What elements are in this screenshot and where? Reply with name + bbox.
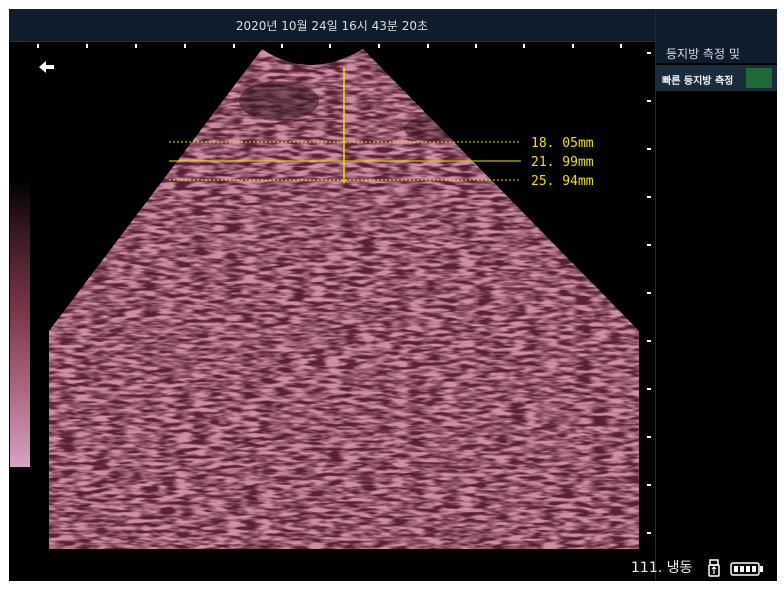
gray-scale-colorbar	[10, 179, 30, 467]
back-arrow-icon[interactable]	[37, 59, 57, 75]
top-scale-ticks	[37, 44, 622, 48]
ultrasound-view: 18. 05mm 21. 99mm 25. 94mm	[37, 44, 651, 549]
ultrasound-screen: 18. 05mm 21. 99mm 25. 94mm 2020년 10월 24일…	[9, 9, 777, 581]
datetime-label: 2020년 10월 24일 16시 43분 20초	[235, 19, 429, 33]
quick-backfat-button[interactable]: 빠른 등지방 측정	[656, 65, 777, 91]
mode-color-indicator	[746, 68, 772, 88]
header-bar: 2020년 10월 24일 16시 43분 20초	[9, 9, 655, 42]
battery-icon	[730, 561, 764, 576]
panel-title: 등지방 측정 및	[666, 47, 740, 61]
right-panel: 등지방 측정 및 빠른 등지방 측정	[655, 9, 777, 581]
usb-icon	[707, 559, 721, 577]
measurement-value-3: 25. 94mm	[531, 174, 594, 189]
ultrasound-image	[49, 49, 639, 549]
panel-header: 등지방 측정 및	[656, 9, 777, 63]
depth-scale-ticks	[647, 52, 651, 534]
measurement-value-1: 18. 05mm	[531, 136, 594, 151]
measurement-value-2: 21. 99mm	[531, 155, 594, 170]
status-text: 111. 냉동	[631, 560, 693, 576]
quick-backfat-label: 빠른 등지방 측정	[662, 76, 734, 87]
